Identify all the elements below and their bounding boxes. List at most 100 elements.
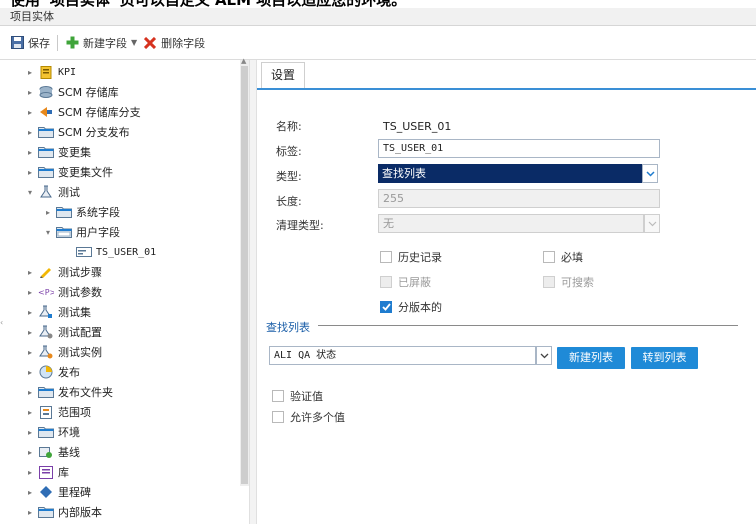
masked-label: 已屏蔽 [398,276,431,289]
tree-item-scm-repository[interactable]: ▸ SCM 存储库 [24,82,119,102]
tree-item-kpi[interactable]: ▸ KPI [24,62,76,82]
tree-item-scm-branch-release[interactable]: ▸ SCM 分支发布 [24,122,130,142]
expand-icon[interactable]: ▸ [24,68,36,77]
tree-item-scm-branch[interactable]: ▸ SCM 存储库分支 [24,102,141,122]
chevron-down-icon[interactable]: ▼ [131,38,137,47]
expand-icon[interactable]: ▸ [24,148,36,157]
tree-item-environment[interactable]: ▸ 环境 [24,422,80,442]
checkbox-box[interactable] [543,251,555,263]
tree-item-release[interactable]: ▸ 发布 [24,362,80,382]
tree-item-scope-item[interactable]: ▸ 范围项 [24,402,91,422]
tree-item-library[interactable]: ▸ 库 [24,462,69,482]
allow-multiple-checkbox[interactable]: 允许多个值 [272,409,345,425]
expand-icon[interactable]: ▸ [24,108,36,117]
expand-icon[interactable]: ▸ [24,428,36,437]
expand-icon[interactable]: ▸ [24,448,36,457]
expand-icon[interactable]: ▸ [24,268,36,277]
tree-scrollbar[interactable] [240,60,249,486]
collapse-pane-icon[interactable]: ‹ [0,318,10,327]
tree-item-label: SCM 存储库 [58,86,119,99]
tree-item-label: 库 [58,466,69,479]
tree-item-milestone[interactable]: ▸ 里程碑 [24,482,91,502]
tree-item-label: 测试集 [58,306,91,319]
tag-label: 标签: [276,145,302,158]
checkbox-box-checked[interactable] [380,301,392,313]
required-checkbox[interactable]: 必填 [543,249,583,265]
versioned-label: 分版本的 [398,301,442,314]
tree-item-test-instance[interactable]: ▸ 测试实例 [24,342,102,362]
masked-checkbox[interactable]: 已屏蔽 [380,274,431,290]
tree-item-test[interactable]: ▾ 测试 [24,182,80,202]
tree-item-changeset[interactable]: ▸ 变更集 [24,142,91,162]
new-field-button[interactable]: 新建字段 ▼ [65,33,143,53]
toolbar: 保存 新建字段 ▼ 删除字段 [0,26,756,60]
tree-item-ts-user-01[interactable]: TS_USER_01 [74,242,157,262]
collapse-icon[interactable]: ▾ [42,228,54,237]
expand-icon[interactable]: ▸ [24,288,36,297]
tree-item-changeset-file[interactable]: ▸ 变更集文件 [24,162,113,182]
expand-icon[interactable]: ▸ [24,488,36,497]
save-label: 保存 [28,36,50,50]
clean-type-label: 清理类型: [276,219,324,232]
tree-item-test-config[interactable]: ▸ 测试配置 [24,322,102,342]
save-icon [10,36,24,50]
delete-field-button[interactable]: 删除字段 [143,33,205,53]
type-label: 类型: [276,170,302,183]
expand-icon[interactable]: ▸ [24,88,36,97]
folder-icon [38,145,54,159]
collapse-icon[interactable]: ▾ [24,188,36,197]
tree-item-test-step[interactable]: ▸ 测试步骤 [24,262,102,282]
tree-item-build[interactable]: ▸ 内部版本 [24,502,102,522]
tree-scrollbar-thumb[interactable] [241,66,248,484]
type-select[interactable]: 查找列表 [378,164,642,183]
lookup-list-dropdown-button[interactable] [536,346,552,365]
clean-type-select[interactable]: 无 [378,214,644,233]
library-icon [38,465,54,479]
toolbar-divider [57,34,58,51]
tree-item-label: 基线 [58,446,80,459]
tree-item-release-folder[interactable]: ▸ 发布文件夹 [24,382,113,402]
lookup-list-select[interactable]: ALI QA 状态 [269,346,536,365]
expand-icon[interactable]: ▸ [24,368,36,377]
verify-values-checkbox[interactable]: 验证值 [272,388,323,404]
tree-item-label: 内部版本 [58,506,102,519]
clean-type-dropdown-button[interactable] [644,214,660,233]
scroll-up-icon[interactable]: ▲ [241,57,246,65]
expand-icon[interactable]: ▸ [24,168,36,177]
searchable-checkbox[interactable]: 可搜索 [543,274,594,290]
tree-item-test-parameter[interactable]: ▸ <P> 测试参数 [24,282,102,302]
versioned-checkbox[interactable]: 分版本的 [380,299,442,315]
tree-item-label: 用户字段 [76,226,120,239]
tree-item-label: 发布 [58,366,80,379]
tree-item-label: SCM 存储库分支 [58,106,141,119]
checkbox-box[interactable] [272,390,284,402]
pane-splitter[interactable] [249,60,257,524]
expand-icon[interactable]: ▸ [24,388,36,397]
expand-icon[interactable]: ▸ [24,308,36,317]
tree-item-user-fields[interactable]: ▾ 用户字段 [42,222,120,242]
folder-icon [38,165,54,179]
checkbox-box[interactable] [380,251,392,263]
expand-icon[interactable]: ▸ [24,348,36,357]
expand-icon[interactable]: ▸ [24,408,36,417]
type-dropdown-button[interactable] [642,164,658,183]
expand-icon[interactable]: ▸ [24,508,36,517]
history-checkbox[interactable]: 历史记录 [380,249,442,265]
tab-settings[interactable]: 设置 [261,62,305,88]
tree-item-system-fields[interactable]: ▸ 系统字段 [42,202,120,222]
checkbox-box[interactable] [272,411,284,423]
expand-icon[interactable]: ▸ [42,208,54,217]
expand-icon[interactable]: ▸ [24,328,36,337]
save-button[interactable]: 保存 [10,33,50,53]
goto-list-button[interactable]: 转到列表 [631,347,698,369]
tree-item-baseline[interactable]: ▸ 基线 [24,442,80,462]
checkbox-box[interactable] [380,276,392,288]
tree-item-test-set[interactable]: ▸ 测试集 [24,302,91,322]
length-field[interactable]: 255 [378,189,660,208]
new-list-button[interactable]: 新建列表 [557,347,625,369]
entity-tree[interactable]: ▸ KPI ▸ SCM 存储库 ▸ SCM 存储库分支 ▸ SCM 分支发布 ▸… [0,60,246,524]
expand-icon[interactable]: ▸ [24,128,36,137]
checkbox-box[interactable] [543,276,555,288]
tag-field[interactable]: TS_USER_01 [378,139,660,158]
expand-icon[interactable]: ▸ [24,468,36,477]
